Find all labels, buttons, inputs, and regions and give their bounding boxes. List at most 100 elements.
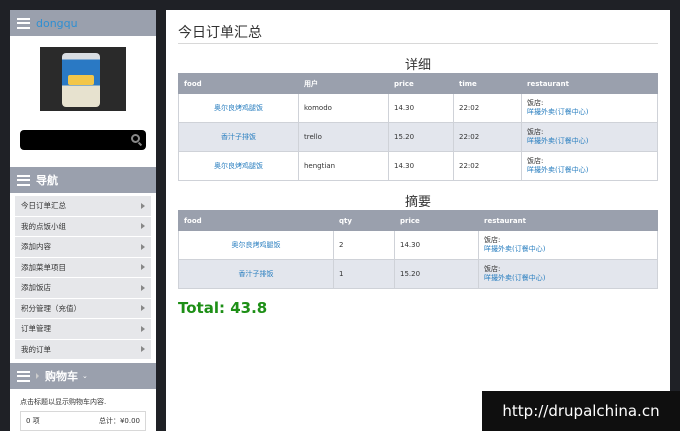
site-watermark: http://drupalchina.cn [482, 391, 680, 431]
food-link[interactable]: 奥尔良烤鸡腿饭 [178, 151, 299, 181]
restaurant-cell: 饭店: 咩撮外卖(订餐中心) [521, 122, 658, 152]
avatar[interactable] [40, 46, 126, 111]
sidebar-item-points[interactable]: 积分管理（充值） [15, 298, 151, 319]
sidebar-item-label: 积分管理（充值） [21, 303, 81, 313]
restaurant-link[interactable]: 咩撮外卖(订餐中心) [484, 245, 652, 254]
chevron-right-icon [141, 284, 145, 291]
summary-table: food qty price restaurant 奥尔良烤鸡腿饭 2 14.3… [178, 210, 658, 289]
table-row: 奥尔良烤鸡腿饭 komodo 14.30 22:02 饭店: 咩撮外卖(订餐中心) [178, 93, 658, 123]
cart-body: 点击标题以显示购物车内容. 0 项 总计：¥0.00 [10, 389, 156, 431]
qty-cell: 1 [333, 259, 395, 289]
cart-header[interactable]: 购物车 ⌄ [10, 363, 156, 389]
sidebar-item-label: 订单管理 [21, 324, 51, 334]
table-row: 香汁子排饭 1 15.20 饭店: 咩撮外卖(订餐中心) [178, 259, 658, 289]
column-header[interactable]: price [394, 210, 479, 231]
column-header[interactable]: 用户 [298, 73, 389, 94]
restaurant-link[interactable]: 咩撮外卖(订餐中心) [484, 274, 652, 283]
chevron-right-icon [141, 202, 145, 209]
restaurant-label: 饭店: [527, 128, 544, 136]
price-cell: 15.20 [394, 259, 479, 289]
nav-header: 导航 [10, 167, 156, 193]
restaurant-cell: 饭店: 咩撮外卖(订餐中心) [521, 93, 658, 123]
time-cell: 22:02 [453, 93, 522, 123]
menu-icon [17, 174, 30, 186]
table-row: 奥尔良烤鸡腿饭 hengtian 14.30 22:02 饭店: 咩撮外卖(订餐中… [178, 151, 658, 181]
cart-title[interactable]: 购物车 [45, 368, 78, 384]
chevron-right-icon [141, 325, 145, 332]
sidebar: dongqu 导航 今日订单汇总 我的点饭小组 添加内容 添加菜单项目 添加饭店… [10, 10, 156, 431]
sidebar-item-today-orders[interactable]: 今日订单汇总 [15, 196, 151, 217]
order-total: Total: 43.8 [178, 299, 268, 317]
food-link[interactable]: 奥尔良烤鸡腿饭 [178, 230, 334, 260]
chevron-right-icon [141, 223, 145, 230]
search-box [20, 130, 146, 150]
detail-title: 详细 [404, 58, 431, 73]
cart-hint: 点击标题以显示购物车内容. [20, 398, 107, 406]
restaurant-label: 饭店: [484, 236, 501, 244]
food-link[interactable]: 香汁子排饭 [178, 259, 334, 289]
chevron-right-icon [141, 305, 145, 312]
restaurant-link[interactable]: 咩撮外卖(订餐中心) [527, 166, 652, 175]
summary-title: 摘要 [404, 195, 431, 210]
nav-title: 导航 [36, 174, 58, 187]
search-icon[interactable] [131, 134, 140, 143]
price-cell: 15.20 [388, 122, 454, 152]
sidebar-item-label: 添加菜单项目 [21, 262, 66, 272]
avatar-container [10, 36, 156, 121]
sidebar-item-label: 我的订单 [21, 344, 51, 354]
price-cell: 14.30 [394, 230, 479, 260]
sidebar-item-add-menu-item[interactable]: 添加菜单项目 [15, 257, 151, 278]
user-block-header: dongqu [10, 10, 156, 36]
search-input[interactable] [20, 130, 116, 150]
column-header[interactable]: time [453, 73, 522, 94]
column-header[interactable]: qty [333, 210, 395, 231]
qty-cell: 2 [333, 230, 395, 260]
user-cell: hengtian [298, 151, 389, 181]
sidebar-item-label: 我的点饭小组 [21, 221, 66, 231]
main-content: 今日订单汇总 详细 food 用户 price time restaurant … [166, 10, 670, 431]
cart-total: 总计：¥0.00 [98, 417, 140, 425]
chevron-right-icon [36, 373, 39, 379]
search-area [10, 121, 156, 167]
user-cell: trello [298, 122, 389, 152]
page-title: 今日订单汇总 [178, 22, 658, 44]
menu-icon [17, 17, 30, 29]
sidebar-item-my-group[interactable]: 我的点饭小组 [15, 216, 151, 237]
time-cell: 22:02 [453, 151, 522, 181]
time-cell: 22:02 [453, 122, 522, 152]
user-name-link[interactable]: dongqu [36, 17, 78, 30]
sidebar-item-label: 添加内容 [21, 242, 51, 252]
column-header[interactable]: price [388, 73, 454, 94]
column-header[interactable]: restaurant [478, 210, 658, 231]
cart-count: 0 项 [26, 417, 40, 425]
detail-table: food 用户 price time restaurant 奥尔良烤鸡腿饭 ko… [178, 73, 658, 181]
sidebar-item-my-orders[interactable]: 我的订单 [15, 339, 151, 360]
sidebar-item-label: 今日订单汇总 [21, 201, 66, 211]
restaurant-label: 饭店: [484, 265, 501, 273]
menu-icon [17, 370, 30, 382]
cart-summary: 0 项 总计：¥0.00 [20, 411, 146, 431]
column-header[interactable]: restaurant [521, 73, 658, 94]
food-link[interactable]: 香汁子排饭 [178, 122, 299, 152]
restaurant-cell: 饭店: 咩撮外卖(订餐中心) [478, 259, 658, 289]
chevron-down-icon[interactable]: ⌄ [82, 372, 88, 380]
restaurant-link[interactable]: 咩撮外卖(订餐中心) [527, 108, 652, 117]
sidebar-item-label: 添加饭店 [21, 283, 51, 293]
table-row: 香汁子排饭 trello 15.20 22:02 饭店: 咩撮外卖(订餐中心) [178, 122, 658, 152]
app-frame: dongqu 导航 今日订单汇总 我的点饭小组 添加内容 添加菜单项目 添加饭店… [10, 10, 670, 431]
food-link[interactable]: 奥尔良烤鸡腿饭 [178, 93, 299, 123]
price-cell: 14.30 [388, 93, 454, 123]
user-cell: komodo [298, 93, 389, 123]
column-header[interactable]: food [178, 73, 299, 94]
restaurant-label: 饭店: [527, 99, 544, 107]
restaurant-link[interactable]: 咩撮外卖(订餐中心) [527, 137, 652, 146]
restaurant-label: 饭店: [527, 157, 544, 165]
sidebar-item-add-restaurant[interactable]: 添加饭店 [15, 278, 151, 299]
sidebar-item-add-content[interactable]: 添加内容 [15, 237, 151, 258]
restaurant-cell: 饭店: 咩撮外卖(订餐中心) [521, 151, 658, 181]
chevron-right-icon [141, 243, 145, 250]
chevron-right-icon [141, 346, 145, 353]
column-header[interactable]: food [178, 210, 334, 231]
restaurant-cell: 饭店: 咩撮外卖(订餐中心) [478, 230, 658, 260]
sidebar-item-order-management[interactable]: 订单管理 [15, 319, 151, 340]
